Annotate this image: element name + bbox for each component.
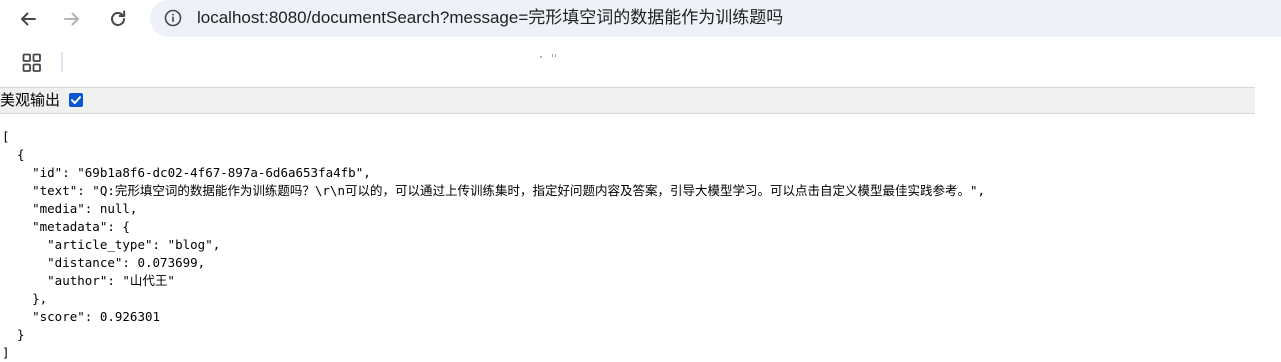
json-line: "media": null, [2, 201, 138, 216]
json-line: "author": "山代王" [2, 273, 175, 288]
json-line: "metadata": { [2, 219, 130, 234]
pretty-print-label[interactable]: 美观输出 [0, 91, 60, 110]
bookmark-faint-mark [540, 54, 556, 58]
json-line: "distance": 0.073699, [2, 255, 206, 270]
arrow-left-icon [21, 12, 36, 26]
back-button[interactable] [13, 4, 43, 34]
json-line: "score": 0.926301 [2, 309, 161, 324]
arrow-right-icon [64, 12, 79, 26]
bookmarks-bar [0, 38, 1281, 86]
json-output: [ { "id": "69b1a8f6-dc02-4f67-897a-6d6a6… [2, 128, 985, 362]
forward-button[interactable] [57, 4, 87, 34]
json-line: { [2, 147, 25, 162]
json-line: "text": "Q:完形填空词的数据能作为训练题吗？\r\n可以的，可以通过上… [2, 183, 986, 198]
checkmark-icon [71, 96, 81, 104]
json-line: } [2, 327, 25, 342]
json-line: ] [2, 345, 10, 360]
json-line: [ [2, 129, 10, 144]
browser-toolbar: localhost:8080/documentSearch?message=完形… [0, 0, 1281, 38]
json-line: "article_type": "blog", [2, 237, 221, 252]
reload-button[interactable] [103, 4, 133, 34]
address-bar[interactable]: localhost:8080/documentSearch?message=完形… [150, 0, 1281, 37]
json-line: "id": "69b1a8f6-dc02-4f67-897a-6d6a653fa… [2, 165, 371, 180]
pretty-print-checkbox[interactable] [69, 93, 83, 107]
json-line: }, [2, 291, 48, 306]
site-info-icon[interactable] [164, 9, 182, 27]
reload-icon [111, 10, 126, 26]
apps-grid-icon[interactable] [22, 53, 42, 73]
url-text[interactable]: localhost:8080/documentSearch?message=完形… [197, 7, 783, 29]
bookmark-divider [61, 52, 63, 72]
json-viewer-options-bar: 美观输出 [0, 87, 1255, 114]
scrollbar-area [1255, 38, 1281, 349]
